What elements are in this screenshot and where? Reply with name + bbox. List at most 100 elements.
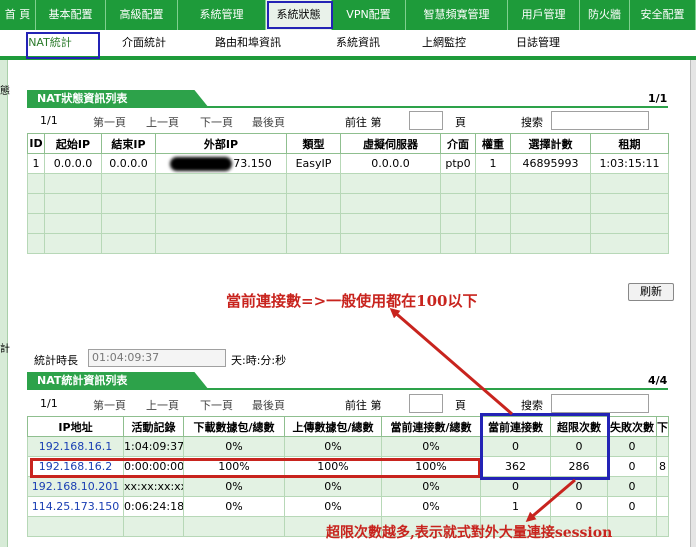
pager-first-link[interactable]: 第一頁	[93, 397, 126, 413]
stat-duration-field[interactable]: 01:04:09:37	[88, 349, 226, 367]
pager-last-link[interactable]: 最後頁	[252, 114, 285, 130]
stat-panel-page: 4/4	[648, 374, 668, 387]
col-start-ip: 起始IP	[44, 133, 102, 154]
cell-activity: 1:04:09:37	[123, 436, 184, 457]
col-ip-address: IP地址	[27, 416, 124, 437]
col-id: ID	[27, 133, 45, 154]
ip-link[interactable]: 192.168.16.1	[27, 436, 124, 457]
cell-failed: 0	[607, 496, 657, 517]
subnav-route-port-info[interactable]: 路由和埠資訊	[188, 30, 308, 56]
pager-last-link[interactable]: 最後頁	[252, 397, 285, 413]
cell-conn-ratio: 0%	[381, 496, 481, 517]
redacted-blur	[170, 156, 233, 171]
cell-download: 0%	[183, 496, 285, 517]
pager-search-input[interactable]	[551, 394, 649, 413]
top-nav: 首 頁 基本配置 高級配置 系統管理 系統狀態 VPN配置 智慧頻寬管理 用戶管…	[0, 0, 696, 30]
table-row: 114.25.173.150 0:06:24:18 0% 0% 0% 1 0 0	[27, 496, 669, 517]
pager-page-input[interactable]	[409, 394, 443, 413]
sub-nav: NAT統計 介面統計 路由和埠資訊 系統資訊 上網監控 日誌管理	[0, 30, 696, 60]
cell-conn-ratio: 0%	[381, 436, 481, 457]
table-row-empty	[27, 213, 669, 234]
cell-failed: 0	[607, 476, 657, 497]
left-strip-char: 計	[0, 344, 10, 355]
pager-search-input[interactable]	[551, 111, 649, 130]
nav-vpn-config[interactable]: VPN配置	[332, 0, 406, 30]
pager-next-link[interactable]: 下一頁	[200, 114, 233, 130]
col-conn-ratio: 當前連接數/總數	[381, 416, 481, 437]
stat-pager: 1/1 第一頁 上一頁 下一頁 最後頁 前往 第 頁 搜索	[27, 393, 668, 415]
cell-extra	[656, 476, 669, 497]
cell-extra	[656, 436, 669, 457]
cell-failed: 0	[607, 436, 657, 457]
cell-id: 1	[27, 153, 45, 174]
col-upload: 上傳數據包/總數	[284, 416, 382, 437]
table-row: 1 0.0.0.0 0.0.0.0 73.150 EasyIP 0.0.0.0 …	[27, 153, 669, 174]
col-select-count: 選擇計數	[510, 133, 591, 154]
cell-weight: 1	[475, 153, 511, 174]
col-download: 下載數據包/總數	[183, 416, 285, 437]
cell-upload: 0%	[284, 436, 382, 457]
cell-upload: 0%	[284, 496, 382, 517]
cell-conn-ratio: 0%	[381, 476, 481, 497]
nav-home[interactable]: 首 頁	[0, 0, 36, 30]
table-row-empty	[27, 193, 669, 214]
col-failed: 失敗次數	[607, 416, 657, 437]
external-ip-suffix: 73.150	[233, 156, 272, 170]
nav-firewall[interactable]: 防火牆	[580, 0, 630, 30]
cell-download: 0%	[183, 436, 285, 457]
nav-bandwidth-management[interactable]: 智慧頻寬管理	[406, 0, 508, 30]
cell-type: EasyIP	[286, 153, 341, 174]
refresh-button[interactable]: 刷新	[628, 283, 674, 301]
ip-link[interactable]: 192.168.10.201	[27, 476, 124, 497]
col-virtual-server: 虛擬伺服器	[340, 133, 441, 154]
pager-goto-label: 前往 第	[345, 116, 382, 129]
pager-next-link[interactable]: 下一頁	[200, 397, 233, 413]
cell-lease: 1:03:15:11	[590, 153, 669, 174]
nav-security-config[interactable]: 安全配置	[630, 0, 696, 30]
nat-panel-page: 1/1	[648, 92, 668, 105]
stat-duration-unit: 天:時:分:秒	[231, 354, 287, 367]
nav-user-management[interactable]: 用戶管理	[508, 0, 580, 30]
ip-link[interactable]: 114.25.173.150	[27, 496, 124, 517]
page-scrollbar[interactable]	[690, 60, 696, 547]
subnav-internet-monitor[interactable]: 上網監控	[408, 30, 480, 56]
left-strip-char: 態	[0, 86, 10, 97]
pager-prev-link[interactable]: 上一頁	[146, 114, 179, 130]
nat-pager: 1/1 第一頁 上一頁 下一頁 最後頁 前往 第 頁 搜索	[27, 110, 668, 132]
nav-highlight-box	[267, 1, 333, 29]
nat-status-table: ID 起始IP 結束IP 外部IP 類型 虛擬伺服器 介面 權重 選擇計數 租期…	[27, 133, 669, 254]
pager-first-link[interactable]: 第一頁	[93, 114, 126, 130]
pager-page-unit: 頁	[455, 116, 466, 129]
pager-current: 1/1	[40, 114, 58, 127]
cell-external-ip: 73.150	[155, 153, 287, 174]
col-external-ip: 外部IP	[155, 133, 287, 154]
nav-advanced-config[interactable]: 高級配置	[106, 0, 178, 30]
nav-system-management[interactable]: 系統管理	[178, 0, 266, 30]
subnav-system-info[interactable]: 系統資訊	[308, 30, 408, 56]
cell-current-conn: 1	[480, 496, 551, 517]
cell-extra	[656, 496, 669, 517]
annotation-over-limit: 超限次數越多,表示就式對外大量連接session	[326, 525, 613, 541]
subnav-interface-stats[interactable]: 介面統計	[100, 30, 188, 56]
pager-page-unit: 頁	[455, 399, 466, 412]
nat-panel-title: NAT狀態資訊列表	[27, 90, 209, 108]
subnav-highlight-box	[26, 32, 100, 59]
stat-duration-label: 統計時長	[34, 354, 78, 367]
nav-basic-config[interactable]: 基本配置	[36, 0, 106, 30]
annotation-current-conn: 當前連接數=>一般使用都在100以下	[226, 292, 478, 310]
pager-search-label: 搜索	[521, 116, 543, 129]
cell-extra: 8	[656, 456, 669, 477]
cell-start-ip: 0.0.0.0	[44, 153, 102, 174]
table-row-empty	[27, 173, 669, 194]
col-weight: 權重	[475, 133, 511, 154]
cell-interface: ptp0	[440, 153, 476, 174]
annotation-columns-box	[480, 413, 610, 480]
pager-page-input[interactable]	[409, 111, 443, 130]
col-activity: 活動記錄	[123, 416, 184, 437]
cell-select-count: 46895993	[510, 153, 591, 174]
cell-activity: 0:06:24:18	[123, 496, 184, 517]
pager-prev-link[interactable]: 上一頁	[146, 397, 179, 413]
col-end-ip: 結束IP	[101, 133, 156, 154]
subnav-log-management[interactable]: 日誌管理	[480, 30, 596, 56]
pager-search-label: 搜索	[521, 399, 543, 412]
